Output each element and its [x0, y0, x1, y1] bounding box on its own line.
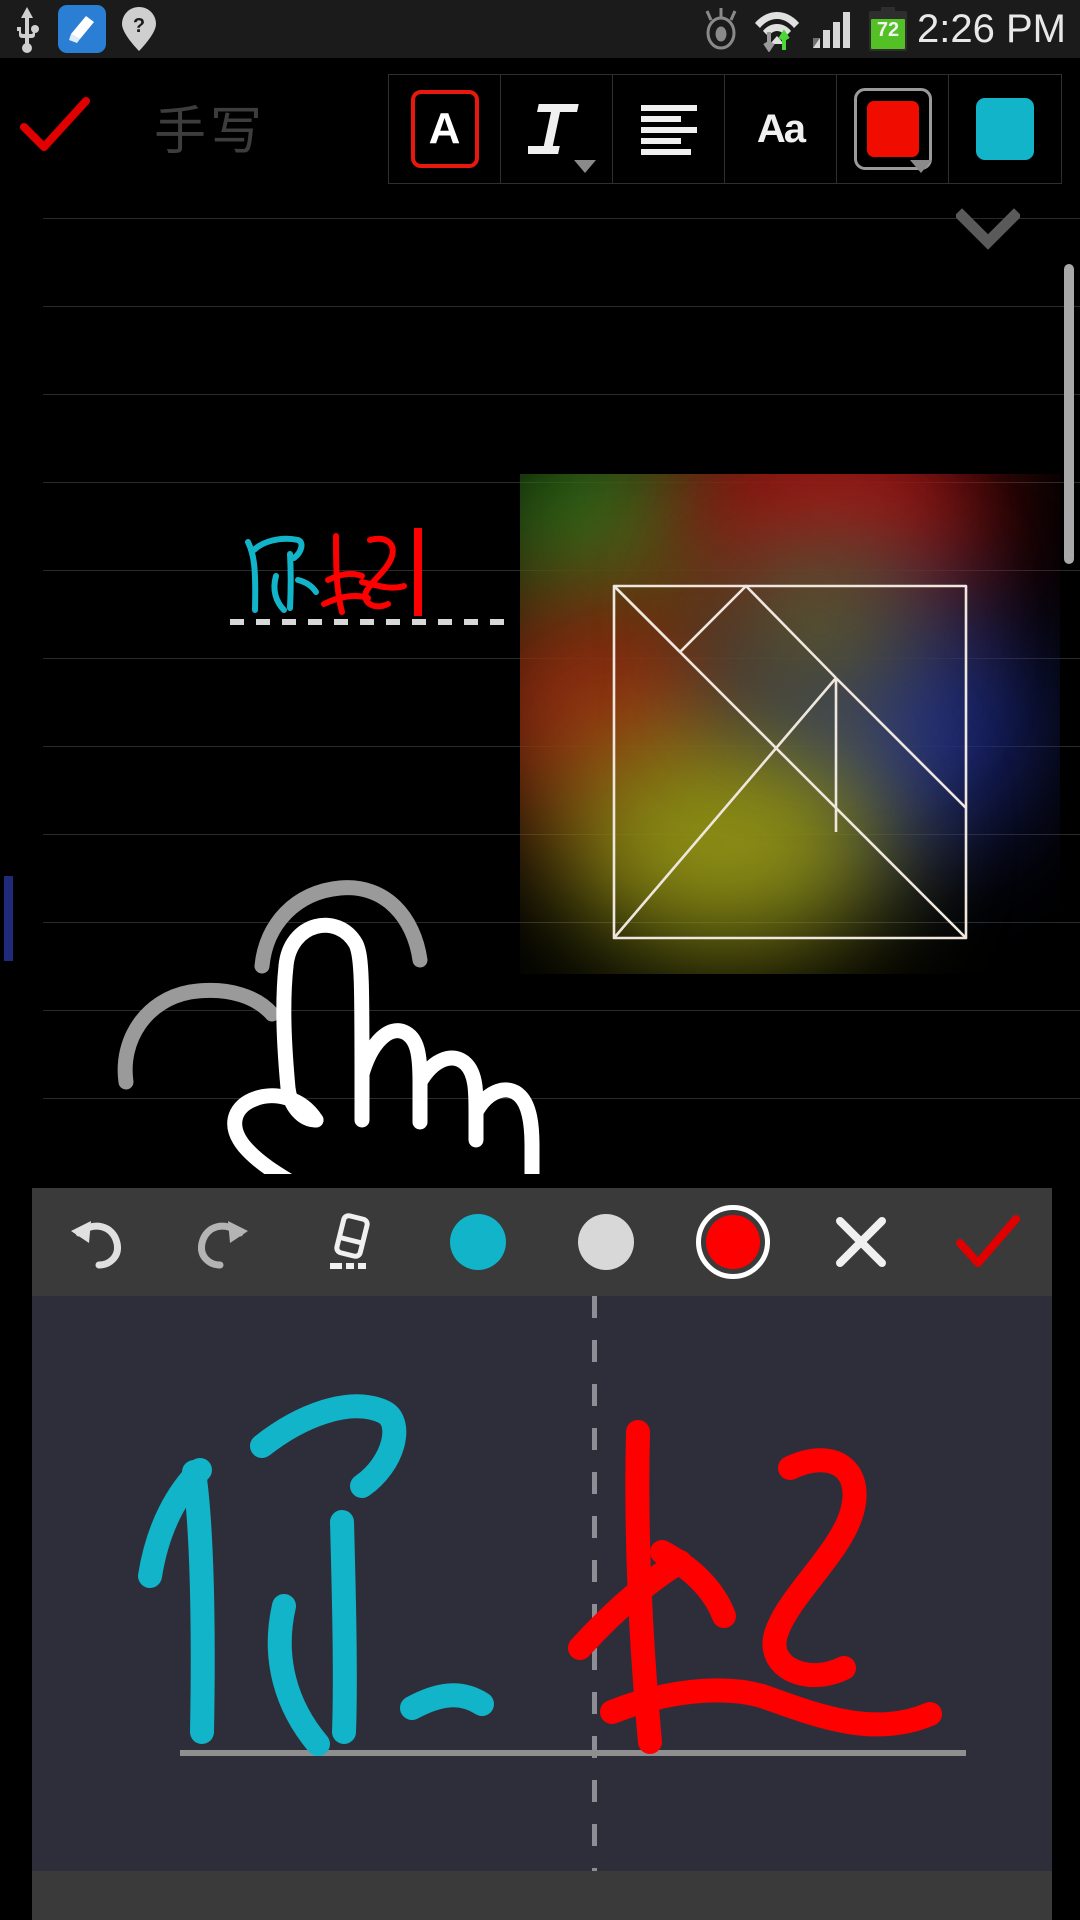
italic-text-icon: [527, 104, 579, 154]
status-bar-left-icons: ?: [10, 5, 158, 53]
text-color-red-button[interactable]: [837, 75, 949, 183]
pen-color-red-button[interactable]: [670, 1188, 798, 1296]
rule-line: [43, 306, 1080, 307]
circle-icon: [450, 1214, 507, 1270]
chevron-down-icon[interactable]: [574, 160, 596, 173]
font-size-label: Aa: [756, 106, 806, 151]
note-title-placeholder[interactable]: 手写: [154, 89, 266, 164]
handwriting-surface[interactable]: [32, 1296, 1052, 1871]
circle-icon: [696, 1205, 771, 1279]
text-style-A-button[interactable]: A: [389, 75, 501, 183]
eraser-button[interactable]: [287, 1188, 415, 1296]
text-color-cyan-button[interactable]: [949, 75, 1061, 183]
redo-icon: [198, 1221, 249, 1269]
redo-button[interactable]: [160, 1188, 288, 1296]
undo-icon: [70, 1221, 121, 1269]
smart-stay-eye-icon: [705, 8, 737, 50]
battery-level-text: 72: [876, 19, 900, 41]
rule-line: [43, 394, 1080, 395]
note-top-toolbar: 手写 A Aa: [0, 58, 1080, 194]
note-scrollbar-thumb[interactable]: [1064, 264, 1074, 564]
toolbar-confirm-button[interactable]: [0, 95, 110, 157]
check-icon: [956, 1215, 1021, 1267]
eraser-icon: [329, 1213, 370, 1269]
align-left-button[interactable]: [613, 75, 725, 183]
confirm-button[interactable]: [925, 1188, 1053, 1296]
undo-button[interactable]: [32, 1188, 160, 1296]
battery-indicator: 72: [869, 7, 908, 51]
location-question-icon: ?: [122, 7, 156, 51]
italic-T-button[interactable]: [501, 75, 613, 183]
close-icon: [835, 1217, 886, 1267]
pen-color-white-button[interactable]: [542, 1188, 670, 1296]
rule-line: [43, 218, 1080, 219]
cleaner-app-icon: [58, 5, 106, 53]
inline-handwriting-strokes[interactable]: [232, 524, 452, 624]
cyan-color-swatch: [976, 98, 1034, 160]
chevron-down-icon[interactable]: [910, 160, 932, 173]
chevron-down-icon[interactable]: [956, 208, 1020, 252]
color-swatch-container: [853, 88, 932, 170]
text-style-A-label: A: [410, 90, 479, 168]
handwriting-toolbar: [32, 1188, 1052, 1296]
handwriting-insert-underline: [230, 619, 512, 625]
red-color-swatch: [866, 101, 919, 157]
svg-text:?: ?: [133, 15, 145, 37]
usb-icon: [17, 7, 39, 53]
handwriting-panel-footer: [32, 1871, 1052, 1920]
check-icon: [20, 97, 90, 151]
font-size-button[interactable]: Aa: [725, 75, 837, 183]
wifi-transfer-icon: [755, 12, 800, 52]
handwriting-input-panel: [0, 1182, 1080, 1920]
status-clock: 2:26 PM: [917, 7, 1066, 51]
hand-pointing-sketch: [117, 880, 540, 1174]
cancel-button[interactable]: [797, 1188, 925, 1296]
status-bar[interactable]: ? 72 2:26 PM: [0, 0, 1080, 58]
handwriting-strokes: [138, 1394, 942, 1756]
left-edge-marker: [4, 876, 13, 961]
circle-icon: [577, 1214, 634, 1270]
align-left-icon: [640, 105, 697, 155]
status-bar-right-icons: 72 2:26 PM: [699, 6, 1070, 52]
pen-color-cyan-button[interactable]: [415, 1188, 543, 1296]
note-canvas[interactable]: [0, 194, 1080, 1182]
text-format-button-group: A Aa: [388, 74, 1062, 184]
cellular-signal-icon: [813, 12, 851, 48]
